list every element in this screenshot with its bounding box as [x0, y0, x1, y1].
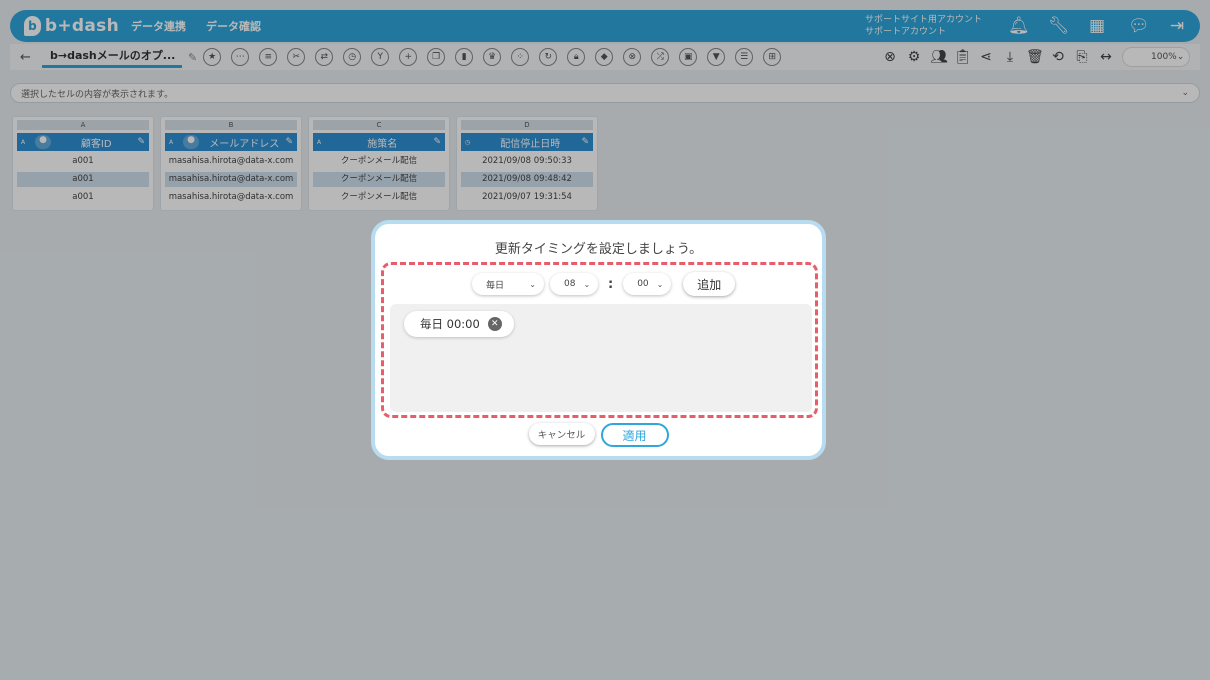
dialog-title: 更新タイミングを設定しましょう。 [494, 242, 703, 257]
schedule-chip: 毎日 00:00 ✕ [404, 311, 514, 337]
minute-select[interactable]: 00 ⌄ [623, 273, 672, 295]
timing-controls: 毎日 ⌄ 08 ⌄ : 00 ⌄ 追加 [472, 272, 736, 296]
hour-value: 08 [564, 279, 576, 289]
chevron-down-icon: ⌄ [529, 279, 536, 289]
time-separator: : [608, 276, 614, 292]
dialog-buttons: キャンセル 適用 [375, 423, 822, 447]
add-button[interactable]: 追加 [683, 272, 736, 296]
schedule-list-area: 毎日 00:00 ✕ [390, 304, 812, 412]
apply-button[interactable]: 適用 [600, 423, 669, 447]
cancel-button[interactable]: キャンセル [528, 423, 595, 445]
frequency-select[interactable]: 毎日 ⌄ [472, 273, 544, 295]
highlight-dashed-box: 毎日 ⌄ 08 ⌄ : 00 ⌄ 追加 毎日 00:00 ✕ [381, 262, 818, 418]
hour-select[interactable]: 08 ⌄ [550, 273, 598, 295]
frequency-value: 毎日 [486, 280, 505, 291]
minute-value: 00 [637, 279, 649, 289]
update-timing-dialog: 更新タイミングを設定しましょう。 毎日 ⌄ 08 ⌄ : 00 ⌄ 追加 毎日 … [371, 220, 826, 460]
chevron-down-icon: ⌄ [583, 279, 591, 289]
chevron-down-icon: ⌄ [656, 279, 664, 289]
remove-icon[interactable]: ✕ [487, 317, 502, 331]
schedule-chip-label: 毎日 00:00 [420, 317, 480, 331]
